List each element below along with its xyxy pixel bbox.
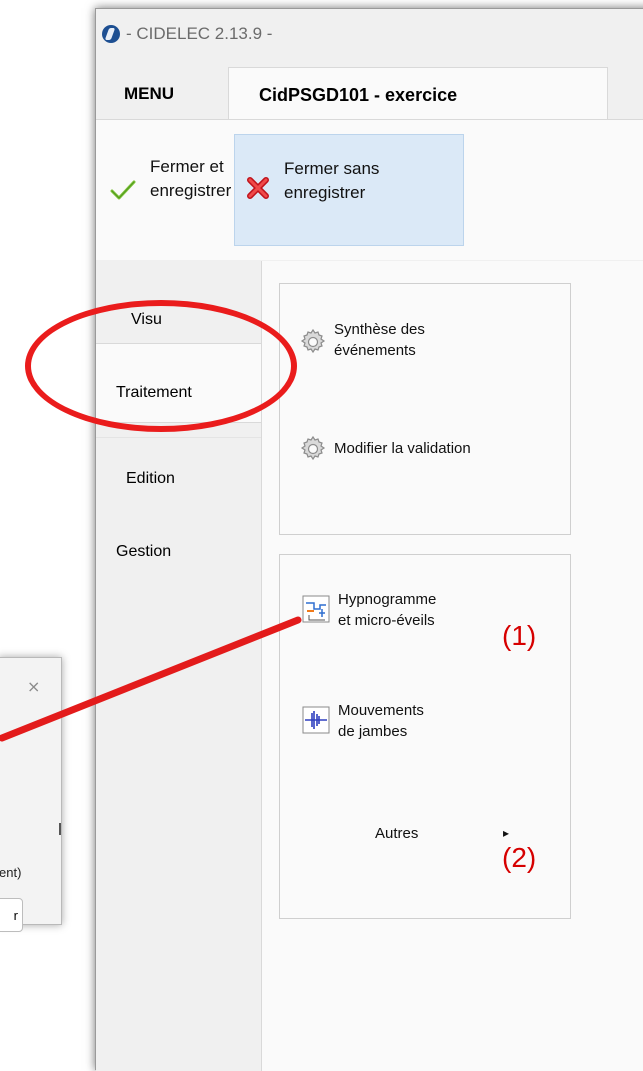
sidebar-item-gestion[interactable]: Gestion [96, 513, 261, 591]
tab-document-label: CidPSGD101 - exercice [259, 85, 458, 105]
window-title: - CIDELEC 2.13.9 - [126, 24, 273, 43]
gear-icon [300, 435, 326, 461]
hypnogramme-button[interactable]: Hypnogramme et micro-éveils [302, 589, 522, 639]
close-and-save-button[interactable]: Fermer et enregistrer [100, 132, 231, 244]
command-group-events: Synthèse des événements Modifier la vali… [279, 283, 571, 535]
content-panel: Synthèse des événements Modifier la vali… [261, 261, 643, 1071]
annotation-label-1: (1) [502, 620, 537, 651]
sidebar-item-edition[interactable]: Edition [96, 437, 261, 516]
autres-menu-button[interactable]: Autres ▸ [375, 823, 515, 849]
checkmark-icon [110, 180, 136, 200]
gear-icon [300, 328, 326, 354]
dialog-partial-button[interactable]: r [0, 898, 23, 932]
close-without-save-label: Fermer sans enregistrer [284, 159, 380, 202]
modifier-validation-button[interactable]: Modifier la validation [298, 434, 568, 468]
highlight-ellipse [25, 300, 297, 432]
tab-document[interactable]: CidPSGD101 - exercice [228, 67, 608, 122]
red-cross-icon [247, 177, 269, 199]
tab-menu-label: MENU [124, 84, 175, 103]
app-logo-icon [102, 25, 120, 43]
main-window: - CIDELEC 2.13.9 - MENU CidPSGD101 - exe… [95, 8, 643, 1071]
background-dialog: × ent) r [0, 657, 62, 932]
close-icon[interactable]: × [27, 677, 40, 696]
ribbon: Fermer et enregistrer Fermer sans enregi… [96, 119, 643, 260]
separator [59, 823, 61, 835]
hypnogram-icon [302, 595, 330, 623]
annotation-label-2: (2) [502, 842, 537, 873]
dialog-partial-text: ent) [0, 865, 22, 880]
mouvements-jambes-button[interactable]: Mouvements de jambes [302, 700, 522, 750]
tab-menu[interactable]: MENU [96, 67, 226, 119]
close-and-save-label: Fermer et enregistrer [150, 157, 232, 200]
title-bar: - CIDELEC 2.13.9 - [96, 9, 643, 65]
chevron-right-icon: ▸ [503, 826, 510, 840]
synthese-button[interactable]: Synthèse des événements [298, 319, 538, 369]
close-without-save-button[interactable]: Fermer sans enregistrer [234, 134, 464, 246]
leg-movement-icon [302, 706, 330, 734]
